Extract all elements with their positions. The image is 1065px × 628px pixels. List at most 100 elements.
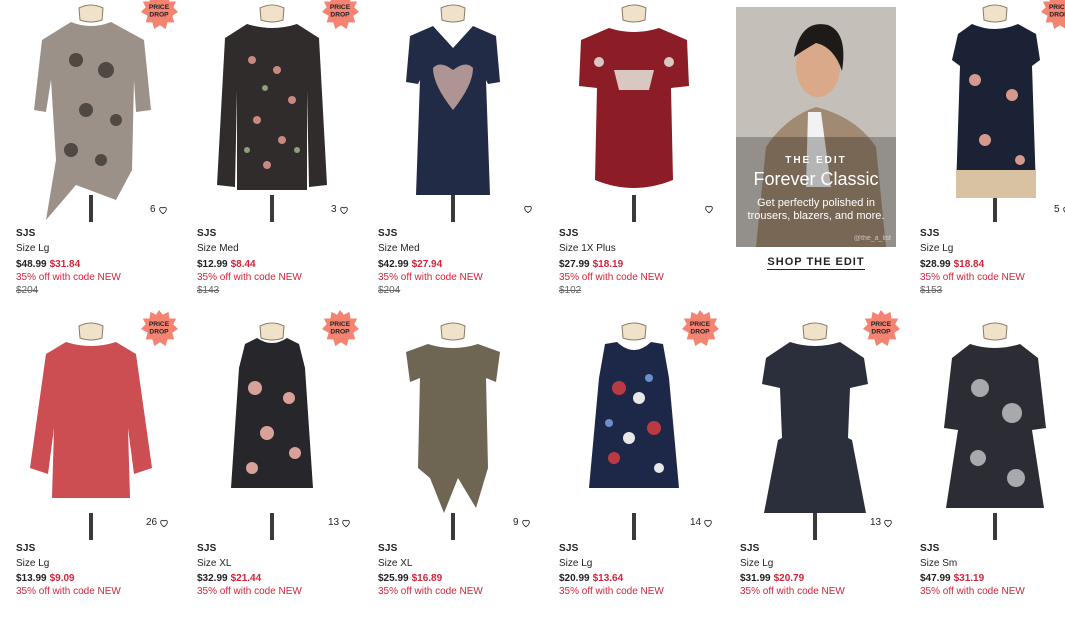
original-price: $102: [559, 285, 582, 296]
price-drop-badge: PRICEDROP: [681, 309, 719, 347]
price: $42.99: [378, 259, 409, 270]
sale-price: $8.44: [230, 259, 256, 270]
like-count: 14: [690, 517, 702, 528]
product-card[interactable]: 13 SJS Size XL $32.99 $21.44 35% off with…: [197, 318, 347, 628]
product-card[interactable]: 3 SJS Size Med $12.99 $8.44 35% off with …: [197, 0, 347, 310]
shop-the-edit-label: SHOP THE EDIT: [767, 256, 865, 270]
badge-text-2: DROP: [871, 329, 891, 336]
product-card[interactable]: SJS Size 1X Plus $27.99 $18.19 35% off wi…: [559, 0, 709, 310]
ad-eyebrow: THE EDIT: [785, 155, 847, 166]
like-count: 3: [331, 204, 337, 215]
badge-text-1: PRICE: [330, 321, 351, 328]
size: Size Med: [197, 243, 239, 254]
product-image[interactable]: [197, 318, 347, 540]
original-price: $204: [16, 285, 39, 296]
sale-price: $18.19: [592, 259, 624, 270]
original-price: $143: [197, 285, 220, 296]
badge-text-2: DROP: [690, 329, 710, 336]
price: $32.99: [197, 573, 228, 584]
sale-price: $31.84: [49, 259, 81, 270]
price-drop-badge: PRICEDROP: [321, 309, 359, 347]
size: Size Lg: [920, 243, 954, 254]
product-card[interactable]: 5 SJS Size Lg $28.99 $18.84 35% off with …: [920, 0, 1065, 310]
favorite-button[interactable]: 13: [870, 517, 893, 528]
promo-text: 35% off with code NEW: [920, 272, 1025, 283]
favorite-button[interactable]: 14: [690, 517, 713, 528]
heart-icon: [158, 205, 168, 215]
badge-text-2: DROP: [149, 12, 169, 19]
like-count: 9: [513, 517, 519, 528]
favorite-button[interactable]: [521, 204, 533, 214]
shop-the-edit-link[interactable]: SHOP THE EDIT: [736, 256, 896, 270]
price-line: $12.99 $8.44: [197, 259, 256, 270]
brand: SJS: [920, 543, 940, 554]
product-image[interactable]: [16, 318, 166, 540]
like-count: 5: [1054, 204, 1060, 215]
product-image[interactable]: [559, 0, 709, 222]
price: $47.99: [920, 573, 951, 584]
price-line: $27.99 $18.19: [559, 259, 623, 270]
product-image[interactable]: [559, 318, 709, 540]
ad-title: Forever Classic: [753, 169, 879, 189]
price: $28.99: [920, 259, 951, 270]
price-line: $13.99 $9.09: [16, 573, 75, 584]
brand: SJS: [16, 228, 36, 239]
product-card[interactable]: 14 SJS Size Lg $20.99 $13.64 35% off with…: [559, 318, 709, 628]
like-count: 13: [328, 517, 340, 528]
sale-price: $18.84: [953, 259, 985, 270]
sale-price: $20.79: [773, 573, 805, 584]
favorite-button[interactable]: 3: [331, 204, 349, 215]
sale-price: $16.89: [411, 573, 443, 584]
price-drop-badge: PRICEDROP: [862, 309, 900, 347]
size: Size Lg: [16, 558, 50, 569]
favorite-button[interactable]: 9: [513, 517, 531, 528]
brand: SJS: [378, 543, 398, 554]
size: Size Med: [378, 243, 420, 254]
price-drop-badge: PRICEDROP: [140, 309, 178, 347]
product-card[interactable]: 9 SJS Size XL $25.99 $16.89 35% off with …: [378, 318, 528, 628]
product-image[interactable]: [378, 0, 528, 222]
price-line: $32.99 $21.44: [197, 573, 261, 584]
badge-text-1: PRICE: [149, 4, 170, 11]
badge-text-1: PRICE: [330, 4, 351, 11]
editorial-banner[interactable]: THE EDIT Forever Classic Get perfectly p…: [736, 7, 896, 247]
price-line: $42.99 $27.94: [378, 259, 442, 270]
heart-icon: [159, 518, 169, 528]
badge-text-1: PRICE: [690, 321, 711, 328]
price-drop-badge: PRICEDROP: [140, 0, 178, 30]
price: $27.99: [559, 259, 590, 270]
product-card[interactable]: SJS Size Med $42.99 $27.94 35% off with c…: [378, 0, 528, 310]
badge-text-1: PRICE: [1049, 4, 1065, 11]
favorite-button[interactable]: 13: [328, 517, 351, 528]
price-line: $25.99 $16.89: [378, 573, 442, 584]
product-image[interactable]: [16, 0, 166, 222]
sale-price: $27.94: [411, 259, 443, 270]
heart-icon: [1062, 205, 1065, 215]
product-card[interactable]: SJS Size Sm $47.99 $31.19 35% off with co…: [920, 318, 1065, 628]
promo-text: 35% off with code NEW: [197, 272, 302, 283]
favorite-button[interactable]: 6: [150, 204, 168, 215]
size: Size 1X Plus: [559, 243, 616, 254]
like-count: 26: [146, 517, 158, 528]
product-card[interactable]: 13 SJS Size Lg $31.99 $20.79 35% off with…: [740, 318, 890, 628]
badge-text-2: DROP: [330, 329, 350, 336]
favorite-button[interactable]: 26: [146, 517, 169, 528]
brand: SJS: [378, 228, 398, 239]
price: $12.99: [197, 259, 228, 270]
brand: SJS: [559, 228, 579, 239]
product-image[interactable]: [920, 0, 1065, 222]
size: Size Sm: [920, 558, 958, 569]
heart-icon: [341, 518, 351, 528]
sale-price: $21.44: [230, 573, 262, 584]
favorite-button[interactable]: 5: [1054, 204, 1065, 215]
product-card[interactable]: 26 SJS Size Lg $13.99 $9.09 35% off with …: [16, 318, 166, 628]
favorite-button[interactable]: [702, 204, 714, 214]
product-image[interactable]: [197, 0, 347, 222]
promo-text: 35% off with code NEW: [559, 272, 664, 283]
product-image[interactable]: [920, 318, 1065, 540]
brand: SJS: [197, 543, 217, 554]
size: Size XL: [378, 558, 413, 569]
product-image[interactable]: [378, 318, 528, 540]
product-card[interactable]: 6 SJS Size Lg $48.99 $31.84 35% off with …: [16, 0, 166, 310]
product-image[interactable]: [740, 318, 890, 540]
